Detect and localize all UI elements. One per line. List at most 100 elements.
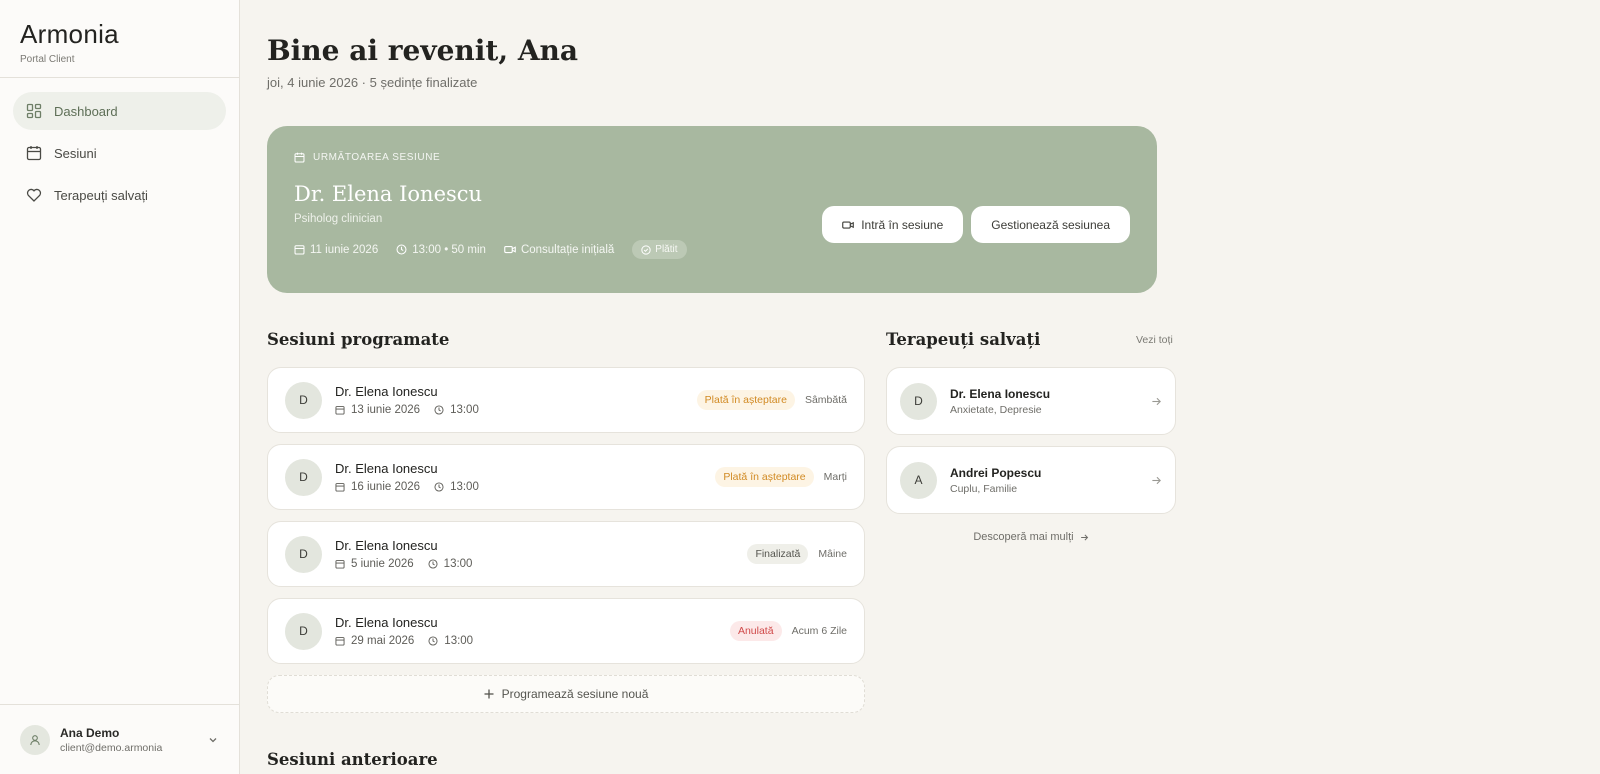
session-when: Marți bbox=[823, 471, 847, 483]
session-time: 13:00 bbox=[428, 635, 473, 647]
session-date-text: 29 mai 2026 bbox=[351, 635, 415, 647]
clock-icon bbox=[428, 559, 438, 569]
heart-icon bbox=[26, 188, 42, 202]
calendar-icon bbox=[335, 483, 345, 492]
session-date: 16 iunie 2026 bbox=[335, 481, 420, 493]
session-date-text: 13 iunie 2026 bbox=[351, 404, 421, 416]
sidebar-item-dashboard[interactable]: Dashboard bbox=[13, 92, 226, 130]
session-when: Sâmbătă bbox=[804, 394, 847, 406]
status-badge-text: Plătit bbox=[655, 244, 678, 255]
brand-name: Armonia bbox=[20, 19, 119, 49]
avatar: D bbox=[900, 382, 937, 420]
session-info: Dr. Elena Ionescu 13 iunie 2026 13:00 bbox=[335, 384, 697, 416]
therapist-card[interactable]: D Dr. Elena Ionescu Anxietate, Depresie bbox=[886, 367, 1176, 435]
session-time-text: 13:00 bbox=[444, 635, 474, 647]
sidebar-item-sessions[interactable]: Sesiuni bbox=[13, 134, 226, 172]
session-therapist: Dr. Elena Ionescu bbox=[335, 461, 438, 476]
session-when: Acum 6 Zile bbox=[791, 625, 847, 637]
join-session-button[interactable]: Intră în sesiune bbox=[822, 206, 964, 243]
chevron-down-icon[interactable] bbox=[207, 734, 219, 746]
session-time-text: 13:00 bbox=[450, 481, 479, 493]
manage-session-button[interactable]: Gestionează sesiunea bbox=[971, 206, 1130, 243]
saved-therapists-list: D Dr. Elena Ionescu Anxietate, Depresie … bbox=[886, 367, 1176, 543]
video-icon bbox=[504, 245, 516, 254]
status-badge: Finalizată bbox=[747, 544, 809, 564]
therapist-name: Andrei Popescu bbox=[950, 465, 1042, 480]
session-time-text: 13:00 bbox=[450, 404, 479, 416]
next-session-type: Consultație inițială bbox=[504, 244, 614, 256]
app: Armonia Portal Client Dashboard Sesiuni … bbox=[0, 0, 1600, 774]
sidebar-item-label: Dashboard bbox=[54, 103, 118, 119]
session-row[interactable]: D Dr. Elena Ionescu 16 iunie 2026 13:00 … bbox=[267, 444, 865, 510]
calendar-icon bbox=[294, 152, 305, 163]
session-row[interactable]: D Dr. Elena Ionescu 29 mai 2026 13:00 An… bbox=[267, 598, 865, 664]
therapist-info: Dr. Elena Ionescu Anxietate, Depresie bbox=[950, 387, 1151, 416]
check-circle-icon bbox=[641, 244, 651, 255]
discover-more-link[interactable]: Descoperă mai mulți bbox=[886, 531, 1176, 543]
join-session-label: Intră în sesiune bbox=[861, 217, 944, 232]
sidebar-item-label: Sesiuni bbox=[54, 145, 97, 161]
next-session-type-text: Consultație inițială bbox=[520, 243, 615, 256]
add-session-button[interactable]: Programează sesiune nouă bbox=[267, 675, 865, 713]
sidebar-item-saved-therapists[interactable]: Terapeuți salvați bbox=[13, 176, 226, 214]
therapist-tags: Cuplu, Familie bbox=[950, 482, 1018, 495]
user-menu[interactable]: Ana Demo client@demo.armonia bbox=[0, 704, 239, 774]
session-meta: 13 iunie 2026 13:00 bbox=[335, 404, 697, 416]
session-date: 5 iunie 2026 bbox=[335, 558, 414, 570]
session-date-text: 16 iunie 2026 bbox=[351, 481, 421, 493]
user-info: Ana Demo client@demo.armonia bbox=[60, 726, 207, 754]
next-session-date: 11 iunie 2026 bbox=[294, 244, 378, 256]
avatar: D bbox=[285, 612, 322, 650]
brand-subtitle: Portal Client bbox=[20, 54, 75, 65]
session-therapist: Dr. Elena Ionescu bbox=[335, 538, 438, 553]
scheduled-sessions-title: Sesiuni programate bbox=[267, 330, 450, 349]
session-row[interactable]: D Dr. Elena Ionescu 5 iunie 2026 13:00 F… bbox=[267, 521, 865, 587]
clock-icon bbox=[396, 244, 407, 255]
avatar: A bbox=[900, 461, 937, 499]
add-session-label: Programează sesiune nouă bbox=[501, 687, 649, 701]
status-badge: Anulată bbox=[729, 621, 782, 641]
brand: Armonia Portal Client bbox=[0, 0, 239, 78]
therapist-name: Dr. Elena Ionescu bbox=[950, 386, 1051, 401]
arrow-right-icon bbox=[1152, 397, 1161, 405]
sidebar: Armonia Portal Client Dashboard Sesiuni … bbox=[0, 0, 240, 774]
session-info: Dr. Elena Ionescu 29 mai 2026 13:00 bbox=[335, 615, 730, 647]
grid-icon bbox=[26, 103, 42, 119]
user-icon bbox=[30, 734, 40, 745]
next-session-card: URMĂTOAREA SESIUNE Dr. Elena Ionescu Psi… bbox=[267, 126, 1157, 293]
session-meta: 5 iunie 2026 13:00 bbox=[335, 558, 747, 570]
session-date: 13 iunie 2026 bbox=[335, 404, 420, 416]
session-row[interactable]: D Dr. Elena Ionescu 13 iunie 2026 13:00 … bbox=[267, 367, 865, 433]
session-when: Mâine bbox=[818, 548, 847, 560]
scheduled-sessions-list: D Dr. Elena Ionescu 13 iunie 2026 13:00 … bbox=[267, 367, 865, 713]
sidebar-nav: Dashboard Sesiuni Terapeuți salvați bbox=[0, 78, 239, 232]
session-time: 13:00 bbox=[434, 404, 479, 416]
calendar-icon bbox=[335, 637, 345, 646]
session-time: 13:00 bbox=[428, 558, 472, 570]
calendar-icon bbox=[26, 146, 42, 161]
next-session-therapist: Dr. Elena Ionescu bbox=[294, 182, 483, 206]
session-meta: 29 mai 2026 13:00 bbox=[335, 635, 730, 647]
main-content: Bine ai revenit, Ana joi, 4 iunie 2026 ·… bbox=[240, 0, 1600, 774]
clock-icon bbox=[434, 482, 444, 492]
calendar-icon bbox=[335, 406, 345, 415]
therapist-card[interactable]: A Andrei Popescu Cuplu, Familie bbox=[886, 446, 1176, 514]
video-icon bbox=[842, 220, 854, 229]
session-info: Dr. Elena Ionescu 16 iunie 2026 13:00 bbox=[335, 461, 715, 493]
avatar bbox=[20, 724, 50, 755]
avatar: D bbox=[285, 458, 322, 496]
session-date: 29 mai 2026 bbox=[335, 635, 414, 647]
clock-icon bbox=[428, 636, 438, 646]
saved-therapists-title: Terapeuți salvați bbox=[886, 330, 1041, 349]
avatar: D bbox=[285, 535, 322, 573]
plus-icon bbox=[484, 689, 494, 699]
arrow-right-icon bbox=[1080, 534, 1088, 540]
avatar: D bbox=[285, 381, 322, 419]
see-all-link[interactable]: Vezi toți bbox=[1136, 334, 1173, 346]
user-email: client@demo.armonia bbox=[60, 741, 163, 754]
session-time: 13:00 bbox=[434, 481, 479, 493]
status-badge: Plătit bbox=[632, 240, 687, 259]
session-therapist: Dr. Elena Ionescu bbox=[335, 615, 438, 630]
calendar-icon bbox=[294, 245, 305, 255]
discover-more-label: Descoperă mai mulți bbox=[973, 531, 1074, 543]
